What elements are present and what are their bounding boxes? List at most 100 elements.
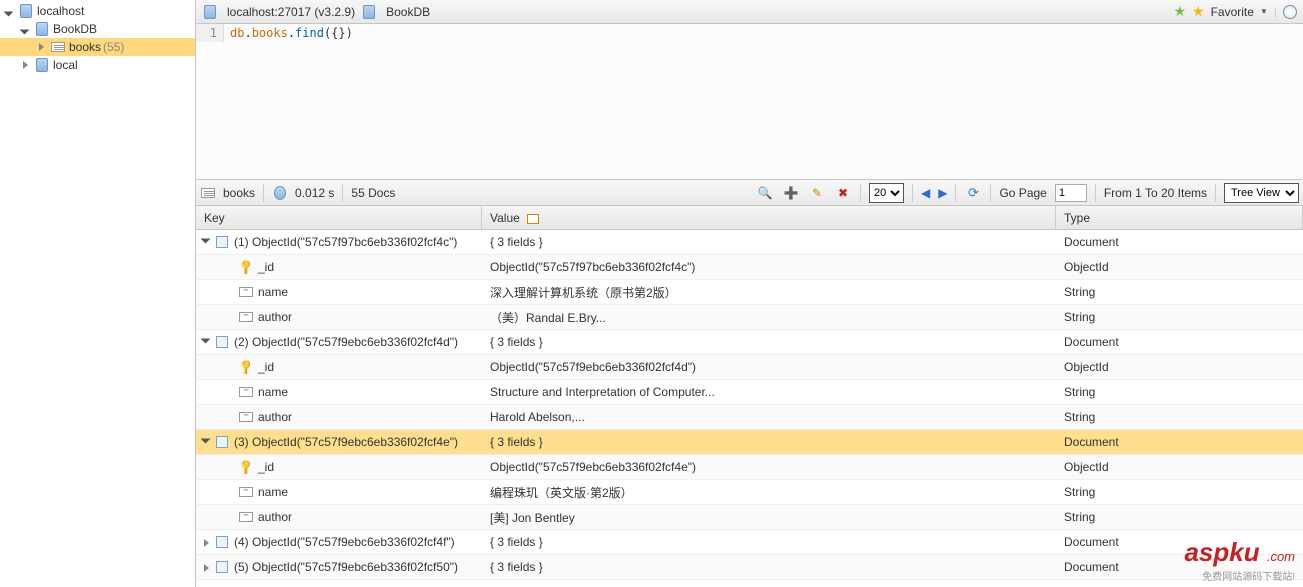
delete-document-button[interactable]: ✖ [834, 184, 852, 202]
key-icon: 🔑 [238, 360, 254, 374]
cell-type: ObjectId [1056, 260, 1303, 274]
chevron-right-icon[interactable] [36, 41, 48, 53]
database-label: BookDB [386, 5, 430, 19]
code-args: ({}) [324, 26, 353, 40]
cell-type: String [1056, 510, 1303, 524]
chevron-down-icon[interactable] [202, 235, 214, 249]
next-page-button[interactable]: ▶ [938, 186, 947, 200]
view-mode-select[interactable]: Tree View [1224, 183, 1299, 203]
query-editor[interactable]: 1 db.books.find({}) [196, 24, 1303, 180]
cell-value: { 3 fields } [482, 335, 1056, 349]
tree-collection-label: books [69, 40, 101, 54]
document-icon [214, 235, 230, 249]
cell-value: { 3 fields } [482, 435, 1056, 449]
cell-key-text: (5) ObjectId("57c57f9ebc6eb336f02fcf50") [234, 560, 458, 574]
cell-type: Document [1056, 435, 1303, 449]
document-icon [214, 335, 230, 349]
column-key[interactable]: Key [196, 206, 482, 229]
code-function: find [295, 26, 324, 40]
prev-page-button[interactable]: ◀ [921, 186, 930, 200]
result-row[interactable]: ""author（美）Randal E.Bry...String [196, 305, 1303, 330]
result-row[interactable]: (5) ObjectId("57c57f9ebc6eb336f02fcf50")… [196, 555, 1303, 580]
cell-key-text: (2) ObjectId("57c57f9ebc6eb336f02fcf4d") [234, 335, 458, 349]
cell-type: String [1056, 385, 1303, 399]
result-collection: books [223, 186, 255, 200]
cell-key: (5) ObjectId("57c57f9ebc6eb336f02fcf50") [196, 560, 482, 574]
cell-value: （美）Randal E.Bry... [482, 309, 1056, 326]
refresh-button[interactable]: ⟳ [964, 184, 982, 202]
document-icon [214, 435, 230, 449]
cell-type: String [1056, 310, 1303, 324]
cell-value: 深入理解计算机系统（原书第2版） [482, 284, 1056, 301]
column-value[interactable]: Value [482, 206, 1056, 229]
cell-key: ""author [196, 310, 482, 324]
view-document-button[interactable]: 🔍 [756, 184, 774, 202]
result-row[interactable]: ""author[美] Jon BentleyString [196, 505, 1303, 530]
result-row[interactable]: 🔑_idObjectId("57c57f9ebc6eb336f02fcf4d")… [196, 355, 1303, 380]
tree-db-bookdb[interactable]: BookDB [0, 20, 195, 38]
chevron-right-icon[interactable] [202, 535, 214, 549]
dropdown-icon[interactable]: ▼ [1260, 7, 1268, 16]
cell-key-text: (1) ObjectId("57c57f97bc6eb336f02fcf4c") [234, 235, 457, 249]
cell-type: ObjectId [1056, 460, 1303, 474]
line-number: 1 [196, 24, 224, 42]
star-icon[interactable]: ★ [1192, 3, 1205, 20]
result-row[interactable]: (3) ObjectId("57c57f9ebc6eb336f02fcf4e")… [196, 430, 1303, 455]
cell-key-text: _id [258, 260, 274, 274]
result-row[interactable]: ""nameStructure and Interpretation of Co… [196, 380, 1303, 405]
field-icon: "" [238, 385, 254, 399]
collection-icon [200, 185, 216, 201]
chevron-down-icon[interactable] [202, 435, 214, 449]
tree-host-label: localhost [37, 4, 84, 18]
result-row[interactable]: ""authorHarold Abelson,...String [196, 405, 1303, 430]
sidebar: localhost BookDB books (55) local [0, 0, 196, 587]
field-icon: "" [238, 485, 254, 499]
code-line[interactable]: db.books.find({}) [224, 24, 353, 42]
result-row[interactable]: ""name深入理解计算机系统（原书第2版）String [196, 280, 1303, 305]
globe-icon[interactable] [1283, 5, 1297, 19]
cell-key: (4) ObjectId("57c57f9ebc6eb336f02fcf4f") [196, 535, 482, 549]
result-row[interactable]: (2) ObjectId("57c57f9ebc6eb336f02fcf4d")… [196, 330, 1303, 355]
cell-value: ObjectId("57c57f9ebc6eb336f02fcf4d") [482, 360, 1056, 374]
tree-host[interactable]: localhost [0, 2, 195, 20]
tree-collection-books[interactable]: books (55) [0, 38, 195, 56]
document-icon [214, 535, 230, 549]
tree-db-local[interactable]: local [0, 56, 195, 74]
chevron-down-icon[interactable] [20, 23, 32, 35]
database-icon [34, 21, 50, 37]
cell-key: "" name [196, 385, 482, 399]
database-icon [361, 4, 377, 20]
result-toolbar: books 0.012 s 55 Docs 🔍 ➕ ✎ ✖ 20 ◀ ▶ ⟳ G… [196, 180, 1303, 206]
cell-key: ""name [196, 285, 482, 299]
field-icon: "" [238, 510, 254, 524]
cell-key-text: name [258, 385, 288, 399]
result-row[interactable]: ""name编程珠玑（英文版·第2版）String [196, 480, 1303, 505]
chevron-down-icon[interactable] [202, 335, 214, 349]
watermark: aspku .com 免费网站源码下载站! [1184, 537, 1295, 583]
cell-value: { 3 fields } [482, 535, 1056, 549]
cell-key: 🔑_id [196, 460, 482, 474]
chevron-down-icon[interactable] [4, 5, 16, 17]
cell-key-text: author [258, 510, 292, 524]
go-page-input[interactable] [1055, 184, 1087, 202]
favorite-label[interactable]: Favorite [1211, 5, 1254, 19]
add-document-button[interactable]: ➕ [782, 184, 800, 202]
star-add-icon[interactable]: ★ [1173, 3, 1186, 20]
page-size-select[interactable]: 20 [869, 183, 904, 203]
result-row[interactable]: 🔑_idObjectId("57c57f9ebc6eb336f02fcf4e")… [196, 455, 1303, 480]
watermark-logo: aspku [1184, 537, 1266, 567]
result-row[interactable]: (1) ObjectId("57c57f97bc6eb336f02fcf4c")… [196, 230, 1303, 255]
chevron-right-icon[interactable] [20, 59, 32, 71]
chevron-right-icon[interactable] [202, 560, 214, 574]
result-row[interactable]: 🔑_idObjectId("57c57f97bc6eb336f02fcf4c")… [196, 255, 1303, 280]
cell-key-text: (3) ObjectId("57c57f9ebc6eb336f02fcf4e") [234, 435, 458, 449]
clock-icon [272, 185, 288, 201]
edit-document-button[interactable]: ✎ [808, 184, 826, 202]
result-row[interactable]: (4) ObjectId("57c57f9ebc6eb336f02fcf4f")… [196, 530, 1303, 555]
server-icon [202, 4, 218, 20]
cell-key: (3) ObjectId("57c57f9ebc6eb336f02fcf4e") [196, 435, 482, 449]
column-type[interactable]: Type [1056, 206, 1303, 229]
result-body[interactable]: (1) ObjectId("57c57f97bc6eb336f02fcf4c")… [196, 230, 1303, 587]
key-icon: 🔑 [238, 260, 254, 274]
cell-key: ""author [196, 410, 482, 424]
